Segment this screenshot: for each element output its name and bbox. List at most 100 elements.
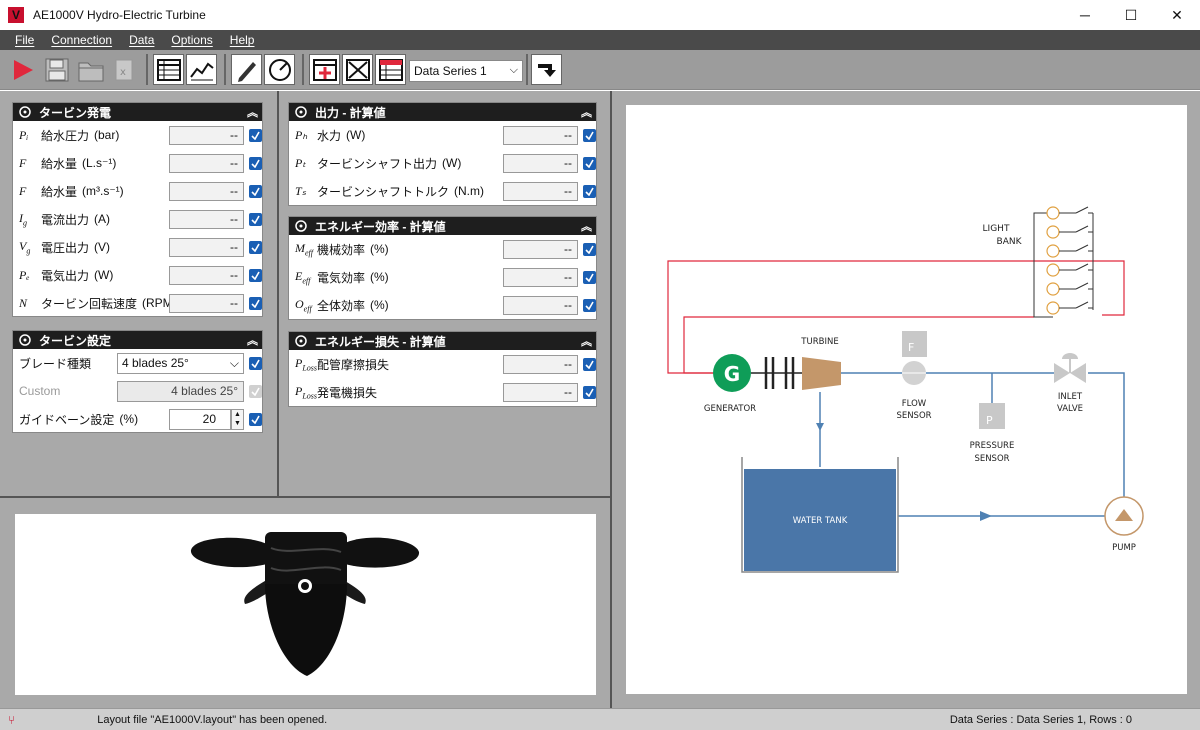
gear-icon [17, 104, 33, 120]
log-checkbox[interactable] [249, 269, 262, 282]
measurement-row: Oeff 全体効率 (%) -- [289, 291, 596, 319]
title-bar: V AE1000V Hydro-Electric Turbine ─ ☐ ✕ [0, 0, 1200, 30]
measurement-row: PLoss 発電機損失 -- [289, 378, 596, 406]
value-field: -- [503, 296, 578, 315]
log-checkbox[interactable] [583, 185, 596, 198]
log-checkbox[interactable] [583, 358, 596, 371]
collapse-icon[interactable]: ︽ [581, 104, 592, 120]
water-tank-label: WATER TANK [793, 516, 848, 526]
divider [0, 496, 611, 498]
turbine-settings-panel: タービン設定 ︽ ブレード種類 4 blades 25° ⌵ Custom 4 bl… [12, 330, 263, 433]
panel-title: タービン設定 [39, 333, 112, 348]
guide-vane-checkbox[interactable] [249, 413, 262, 426]
value-field: -- [169, 210, 244, 229]
field-label: 水力 [317, 128, 342, 143]
log-checkbox[interactable] [583, 299, 596, 312]
collapse-icon[interactable]: ︽ [581, 333, 592, 349]
value-field: -- [169, 294, 244, 313]
field-unit: (m³.s⁻¹) [82, 184, 124, 198]
maximize-button[interactable]: ☐ [1108, 0, 1154, 30]
light-bulb-icon [1046, 225, 1060, 239]
field-unit: (W) [442, 156, 462, 170]
measurement-row: Tₛ タービンシャフトトルク (N.m) -- [289, 177, 596, 205]
log-checkbox[interactable] [583, 243, 596, 256]
data-series-select[interactable]: Data Series 1 ⌵ [409, 60, 523, 82]
field-unit: (A) [94, 212, 111, 226]
log-checkbox[interactable] [249, 241, 262, 254]
menu-options[interactable]: Options [171, 33, 212, 47]
field-unit: (N.m) [454, 184, 485, 198]
field-label: 発電機損失 [317, 385, 378, 400]
field-unit: (L.s⁻¹) [82, 156, 117, 170]
log-checkbox[interactable] [583, 271, 596, 284]
panel-title: タービン発電 [39, 105, 112, 120]
collapse-icon[interactable]: ︽ [247, 332, 258, 348]
status-bar: ⑂ Layout file "AE1000V.layout" has been … [0, 708, 1200, 730]
panel-title: 出力 - 計算値 [315, 105, 386, 120]
log-checkbox[interactable] [249, 297, 262, 310]
measurement-row: Pₕ 水力 (W) -- [289, 121, 596, 149]
log-checkbox[interactable] [583, 157, 596, 170]
inlet-valve-label-1: INLET [1058, 392, 1083, 402]
guide-vane-unit: (%) [119, 412, 139, 426]
save-icon[interactable] [41, 54, 72, 85]
flow-sensor-icon [902, 331, 927, 357]
symbol: Pₑ [19, 267, 30, 282]
menu-connection[interactable]: Connection [51, 33, 112, 47]
symbol: Eeff [295, 268, 311, 286]
field-label: タービンシャフトトルク [317, 184, 450, 199]
line-graph-icon[interactable] [186, 54, 217, 85]
flow-sensor-label-2: SENSOR [896, 411, 931, 421]
menu-data[interactable]: Data [129, 33, 154, 47]
status-message: Layout file "AE1000V.layout" has been op… [97, 713, 328, 726]
log-checkbox[interactable] [249, 213, 262, 226]
spinner-icon[interactable]: ▲ ▼ [231, 409, 244, 430]
field-label: 電気効率 [317, 270, 366, 285]
custom-label: Custom [19, 384, 61, 398]
minimize-button[interactable]: ─ [1062, 0, 1108, 30]
process-diagram: LIGHT BANK G GENERATOR TURBINE F FLOW SE… [626, 105, 1187, 694]
table-view-icon[interactable] [153, 54, 184, 85]
collapse-icon[interactable]: ︽ [581, 218, 592, 234]
log-checkbox[interactable] [583, 386, 596, 399]
efficiency-calc-panel: エネルギー効率 - 計算値 ︽ Meff 機械効率 (%) -- Eeff 電気効率 (%) -… [288, 216, 597, 320]
symbol: F [19, 155, 27, 170]
guide-vane-label: ガイドベーン設定 [19, 412, 115, 427]
menu-bar: File Connection Data Options Help [0, 30, 1200, 50]
blade-type-value: 4 blades 25° [122, 356, 189, 370]
add-row-icon[interactable] [309, 54, 340, 85]
blade-type-checkbox[interactable] [249, 357, 262, 370]
log-checkbox[interactable] [249, 157, 262, 170]
light-bulb-icon [1046, 206, 1060, 220]
symbol: PLoss [295, 355, 318, 373]
delete-table-icon[interactable] [342, 54, 373, 85]
log-checkbox[interactable] [583, 129, 596, 142]
blade-type-select[interactable]: 4 blades 25° ⌵ [117, 353, 244, 374]
gauge-icon[interactable] [264, 54, 295, 85]
log-checkbox[interactable] [249, 185, 262, 198]
export-arrow-icon[interactable] [531, 54, 562, 85]
table-settings-icon[interactable] [375, 54, 406, 85]
light-bulb-icon [1046, 282, 1060, 296]
menu-file[interactable]: File [15, 33, 34, 47]
log-checkbox[interactable] [249, 129, 262, 142]
export-excel-icon[interactable]: x [108, 54, 139, 85]
collapse-icon[interactable]: ︽ [247, 104, 258, 120]
menu-help[interactable]: Help [230, 33, 255, 47]
guide-vane-input[interactable]: 20 [169, 409, 231, 430]
output-calc-panel: 出力 - 計算値 ︽ Pₕ 水力 (W) -- Pₜ タービンシャフト出力 (W) -- Tₛ ター… [288, 102, 597, 206]
symbol: Meff [295, 240, 313, 258]
field-label: 電圧出力 [41, 240, 90, 255]
symbol: Pₜ [295, 155, 306, 170]
play-icon[interactable] [7, 54, 38, 85]
symbol: N [19, 295, 28, 310]
generator-label: GENERATOR [704, 404, 756, 414]
measurement-row: N タービン回転速度 (RPM) -- [13, 289, 262, 317]
blade-type-label: ブレード種類 [19, 356, 92, 371]
open-folder-icon[interactable] [75, 54, 106, 85]
pencil-icon[interactable] [231, 54, 262, 85]
field-label: 機械効率 [317, 242, 366, 257]
close-button[interactable]: ✕ [1154, 0, 1200, 30]
light-bank [1033, 206, 1094, 318]
measurement-row: F 給水量 (L.s⁻¹) -- [13, 149, 262, 177]
